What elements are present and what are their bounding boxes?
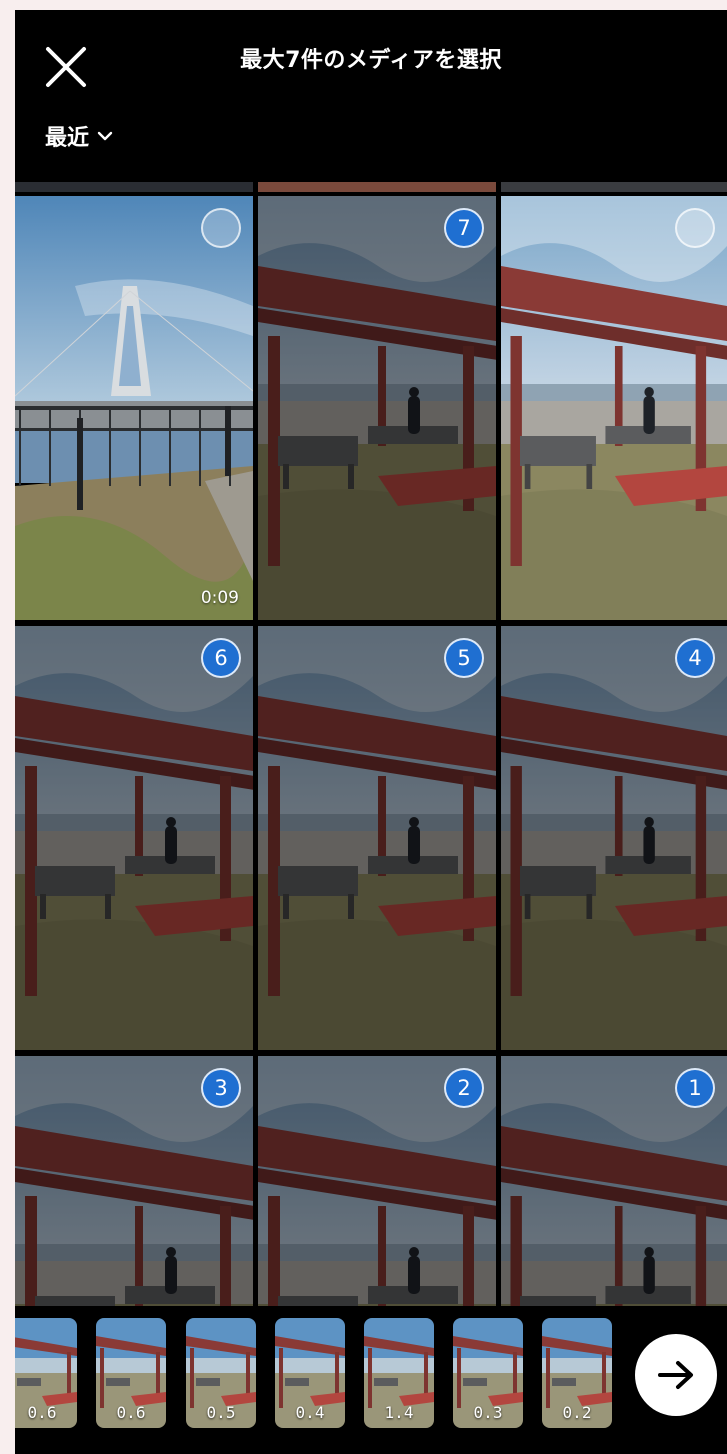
chevron-down-icon — [97, 131, 113, 141]
clip-length-label: 0.6 — [116, 1403, 146, 1422]
selected-thumbnail[interactable]: 0.6 — [15, 1318, 77, 1428]
selection-order-badge[interactable]: 5 — [444, 638, 484, 678]
album-selector[interactable]: 最近 — [45, 120, 113, 152]
video-duration: 0:09 — [200, 588, 239, 608]
selected-thumbnail[interactable]: 0.4 — [275, 1318, 345, 1428]
selection-circle[interactable] — [675, 208, 715, 248]
selected-thumbnail[interactable]: 0.2 — [542, 1318, 612, 1428]
clip-length-label: 0.6 — [27, 1403, 57, 1422]
selected-media-tray: 0.6 0.6 0.5 0.4 1.4 0.3 0.2 — [15, 1306, 727, 1454]
media-thumbnail-image — [501, 196, 727, 620]
media-tile[interactable] — [501, 196, 727, 620]
media-tile[interactable]: 4 — [501, 626, 727, 1050]
selection-order-badge[interactable]: 3 — [201, 1068, 241, 1108]
media-picker-screen: 最大7件のメディアを選択 最近 0:09 7 6 5 4 3 2 1 0.6 0… — [15, 10, 727, 1454]
clip-length-label: 1.4 — [384, 1403, 414, 1422]
next-button[interactable] — [635, 1334, 717, 1416]
selection-order-badge[interactable]: 4 — [675, 638, 715, 678]
arrow-right-icon — [658, 1361, 693, 1389]
clip-length-label: 0.4 — [295, 1403, 325, 1422]
selected-overlay — [501, 626, 727, 1050]
selected-thumbnail[interactable]: 1.4 — [364, 1318, 434, 1428]
clip-length-label: 0.5 — [206, 1403, 236, 1422]
selection-order-badge[interactable]: 1 — [675, 1068, 715, 1108]
album-label: 最近 — [45, 126, 90, 151]
selected-thumbnail[interactable]: 0.6 — [96, 1318, 166, 1428]
clip-length-label: 0.2 — [562, 1403, 592, 1422]
selected-thumbnail[interactable]: 0.5 — [186, 1318, 256, 1428]
selected-thumbnail[interactable]: 0.3 — [453, 1318, 523, 1428]
selection-order-badge[interactable]: 2 — [444, 1068, 484, 1108]
media-grid: 0:09 7 6 5 4 3 2 1 — [15, 196, 727, 1454]
media-tile[interactable]: 5 — [258, 626, 496, 1050]
selected-overlay — [258, 626, 496, 1050]
selected-overlay — [258, 196, 496, 620]
media-thumbnail-image — [15, 196, 253, 620]
peek-tile — [258, 182, 496, 192]
page-title: 最大7件のメディアを選択 — [240, 48, 502, 73]
previous-row-peek — [15, 182, 727, 196]
clip-length-label: 0.3 — [473, 1403, 503, 1422]
media-tile[interactable]: 6 — [15, 626, 253, 1050]
header: 最大7件のメディアを選択 最近 — [15, 10, 727, 182]
peek-tile — [501, 182, 727, 192]
selection-order-badge[interactable]: 7 — [444, 208, 484, 248]
media-tile[interactable]: 7 — [258, 196, 496, 620]
selection-circle[interactable] — [201, 208, 241, 248]
selection-order-badge[interactable]: 6 — [201, 638, 241, 678]
media-tile[interactable]: 0:09 — [15, 196, 253, 620]
selected-overlay — [15, 626, 253, 1050]
peek-tile — [15, 182, 253, 192]
